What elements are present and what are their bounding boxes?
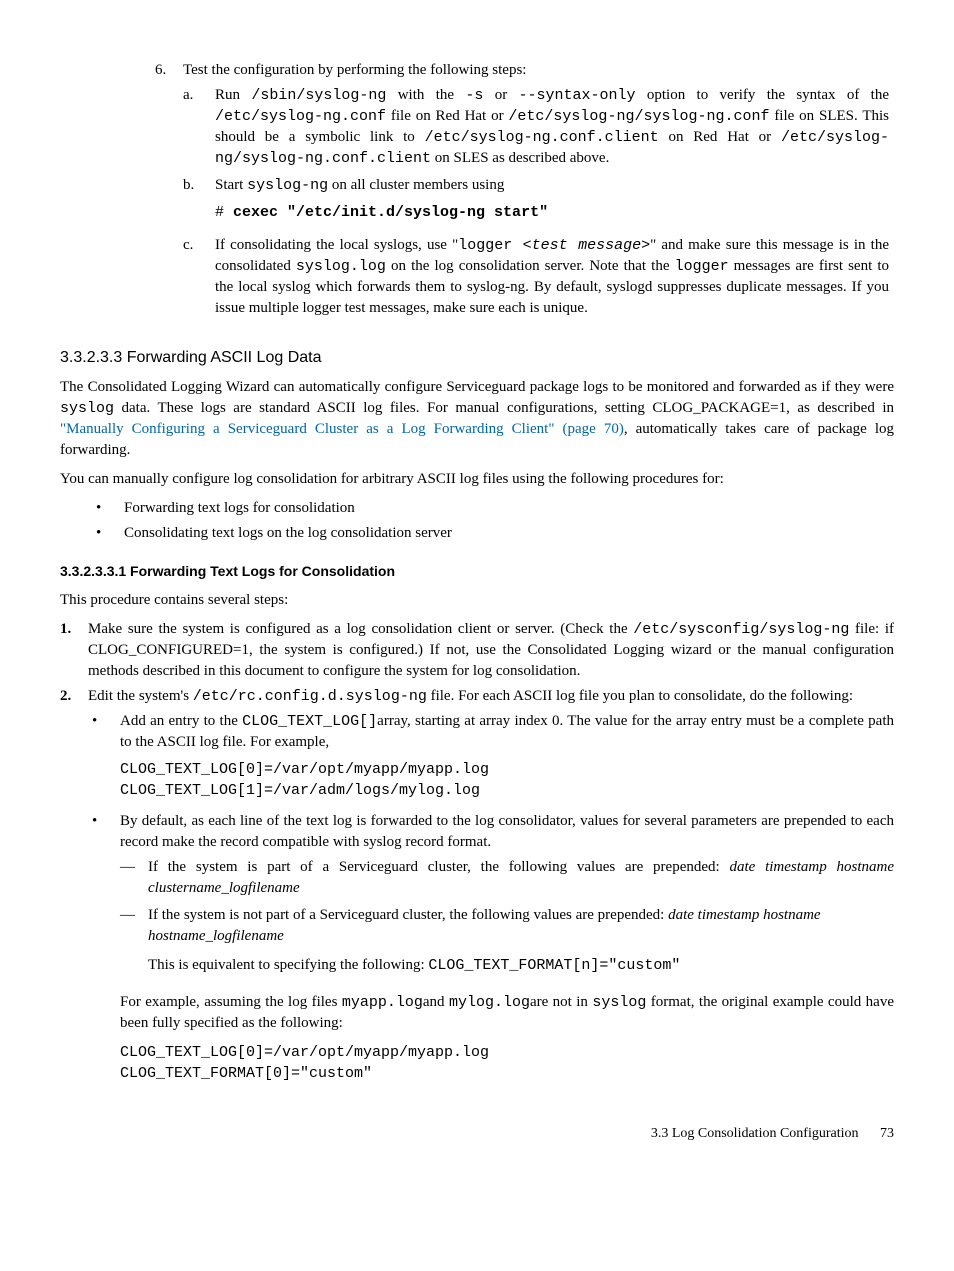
footer-section: 3.3 Log Consolidation Configuration bbox=[651, 1126, 859, 1141]
step-6b-label: b. bbox=[183, 175, 215, 229]
step-6b-command: # cexec "/etc/init.d/syslog-ng start" bbox=[215, 202, 889, 223]
step-6-list: 6. Test the configuration by performing … bbox=[155, 60, 889, 325]
step-1-number: 1. bbox=[60, 619, 88, 682]
step-2-b2-dashes: — If the system is part of a Serviceguar… bbox=[120, 857, 894, 984]
step-6c-label: c. bbox=[183, 235, 215, 319]
para-33233-2: You can manually configure log consolida… bbox=[60, 469, 894, 490]
step-2-number: 2. bbox=[60, 686, 88, 1094]
step-2-body: Edit the system's /etc/rc.config.d.syslo… bbox=[88, 686, 894, 1094]
link-manual-config[interactable]: "Manually Configuring a Serviceguard Clu… bbox=[60, 421, 624, 437]
bullet-icon: • bbox=[88, 811, 120, 1090]
dash-icon: — bbox=[120, 905, 148, 984]
code-clog-text-format: CLOG_TEXT_LOG[0]=/var/opt/myapp/myapp.lo… bbox=[120, 1042, 894, 1084]
dash-icon: — bbox=[120, 857, 148, 899]
para-33233-1: The Consolidated Logging Wizard can auto… bbox=[60, 377, 894, 461]
step-6c-body: If consolidating the local syslogs, use … bbox=[215, 235, 889, 319]
step-2-b2-post: For example, assuming the log files myap… bbox=[120, 992, 894, 1034]
heading-33233: 3.3.2.3.3 Forwarding ASCII Log Data bbox=[60, 347, 894, 369]
bullet-list-33233: •Forwarding text logs for consolidation … bbox=[92, 498, 894, 544]
step-6-number: 6. bbox=[155, 60, 183, 325]
step-2-b2: By default, as each line of the text log… bbox=[120, 811, 894, 1090]
step-6a-body: Run /sbin/syslog-ng with the -s or --syn… bbox=[215, 85, 889, 169]
bullet-icon: • bbox=[92, 498, 124, 519]
step-6a-label: a. bbox=[183, 85, 215, 169]
heading-332331: 3.3.2.3.3.1 Forwarding Text Logs for Con… bbox=[60, 562, 894, 582]
dash-1: If the system is part of a Serviceguard … bbox=[148, 857, 894, 899]
footer-page-number: 73 bbox=[880, 1126, 894, 1141]
bullet-icon: • bbox=[88, 711, 120, 807]
para-332331-intro: This procedure contains several steps: bbox=[60, 590, 894, 611]
bullet-icon: • bbox=[92, 523, 124, 544]
step-6-text: Test the configuration by performing the… bbox=[183, 60, 889, 81]
dash-2: If the system is not part of a Servicegu… bbox=[148, 905, 894, 984]
step-6-substeps: a. Run /sbin/syslog-ng with the -s or --… bbox=[183, 85, 889, 319]
page-footer: 3.3 Log Consolidation Configuration 73 bbox=[60, 1124, 894, 1144]
bullet-fwd-text-logs: Forwarding text logs for consolidation bbox=[124, 498, 894, 519]
bullet-consolidating: Consolidating text logs on the log conso… bbox=[124, 523, 894, 544]
step-6b-body: Start syslog-ng on all cluster members u… bbox=[215, 175, 889, 229]
step-2-bullets: • Add an entry to the CLOG_TEXT_LOG[]arr… bbox=[88, 711, 894, 1090]
step-2-b1: Add an entry to the CLOG_TEXT_LOG[]array… bbox=[120, 711, 894, 807]
step-1-body: Make sure the system is configured as a … bbox=[88, 619, 894, 682]
code-clog-text-log: CLOG_TEXT_LOG[0]=/var/opt/myapp/myapp.lo… bbox=[120, 759, 894, 801]
steps-332331: 1. Make sure the system is configured as… bbox=[60, 619, 894, 1094]
